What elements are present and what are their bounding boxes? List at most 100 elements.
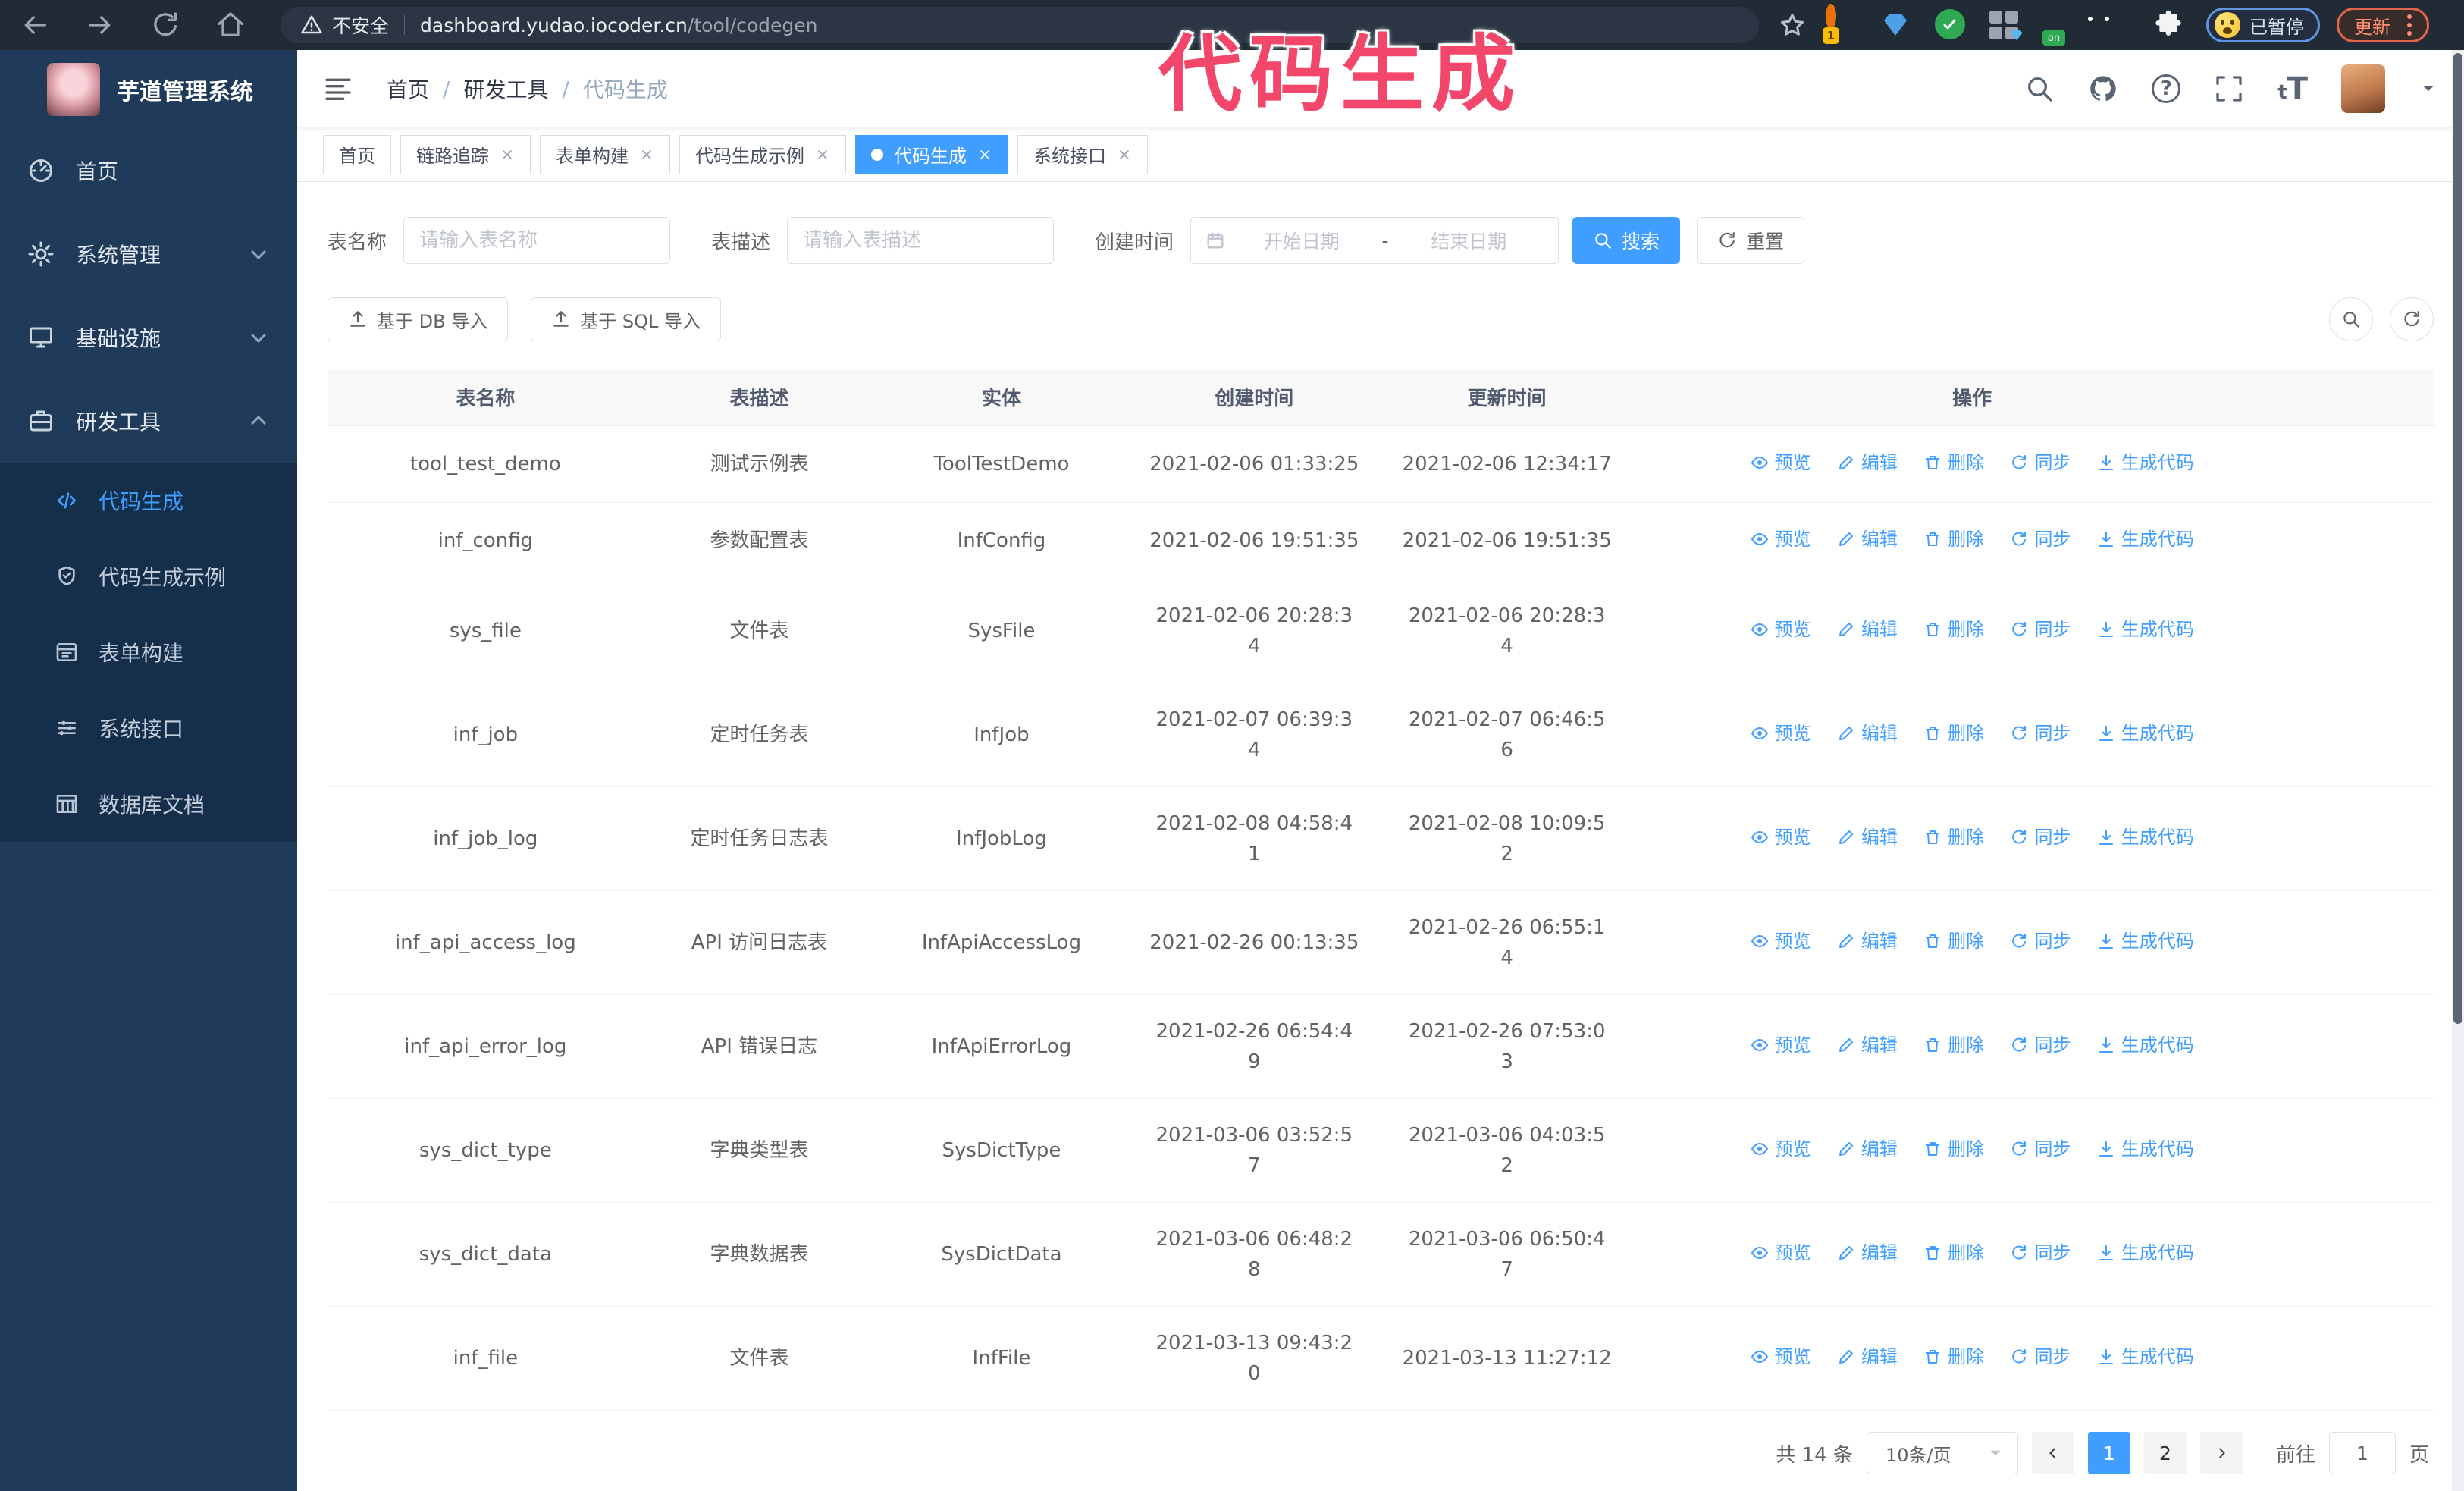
- extension-grid-icon[interactable]: [1989, 9, 2021, 41]
- sidebar-item-db-doc[interactable]: 数据库文档: [0, 766, 297, 842]
- scrollbar-thumb[interactable]: [2453, 53, 2462, 1024]
- preview-link[interactable]: 预览: [1751, 926, 1811, 956]
- generate-code-link[interactable]: 生成代码: [2097, 1342, 2194, 1372]
- fullscreen-icon[interactable]: [2214, 74, 2244, 104]
- db-import-button[interactable]: 基于 DB 导入: [328, 297, 509, 341]
- delete-link[interactable]: 删除: [1923, 447, 1984, 478]
- page-button-1[interactable]: 1: [2087, 1432, 2130, 1474]
- extension-droid-icon[interactable]: [2088, 9, 2130, 41]
- github-icon[interactable]: [2088, 74, 2118, 104]
- preview-link[interactable]: 预览: [1751, 1238, 1811, 1268]
- delete-link[interactable]: 删除: [1923, 614, 1984, 645]
- table-name-input[interactable]: [403, 217, 671, 264]
- close-icon[interactable]: [977, 147, 992, 162]
- generate-code-link[interactable]: 生成代码: [2097, 1030, 2194, 1060]
- preview-link[interactable]: 预览: [1751, 1134, 1811, 1164]
- delete-link[interactable]: 删除: [1923, 1342, 1984, 1372]
- sidebar-item-form-builder[interactable]: 表单构建: [0, 614, 297, 690]
- hamburger-icon[interactable]: [323, 74, 353, 104]
- prev-page-button[interactable]: [2031, 1432, 2074, 1474]
- page-size-select[interactable]: 10条/页: [1866, 1432, 2018, 1474]
- extensions-puzzle-icon[interactable]: [2153, 9, 2185, 41]
- sidebar-item-codegen[interactable]: 代码生成: [0, 463, 297, 538]
- sync-link[interactable]: 同步: [2010, 718, 2071, 749]
- home-icon[interactable]: [215, 10, 246, 40]
- extension-orange-icon[interactable]: 1: [1823, 4, 1857, 44]
- sidebar-item-infra[interactable]: 基础设施: [0, 296, 297, 379]
- edit-link[interactable]: 编辑: [1837, 1134, 1898, 1164]
- breadcrumb-home[interactable]: 首页: [387, 74, 429, 104]
- page-button-2[interactable]: 2: [2143, 1432, 2187, 1474]
- refresh-button[interactable]: [2390, 297, 2434, 341]
- sidebar-item-devtools[interactable]: 研发工具: [0, 379, 297, 463]
- generate-code-link[interactable]: 生成代码: [2097, 926, 2194, 956]
- sync-link[interactable]: 同步: [2010, 447, 2071, 478]
- sync-link[interactable]: 同步: [2010, 926, 2071, 956]
- browser-scrollbar[interactable]: [2452, 50, 2464, 1491]
- preview-link[interactable]: 预览: [1751, 614, 1811, 645]
- edit-link[interactable]: 编辑: [1837, 524, 1898, 554]
- delete-link[interactable]: 删除: [1923, 1134, 1984, 1164]
- preview-link[interactable]: 预览: [1751, 822, 1811, 852]
- close-icon[interactable]: [639, 147, 654, 162]
- delete-link[interactable]: 删除: [1923, 1238, 1984, 1268]
- sync-link[interactable]: 同步: [2010, 1134, 2071, 1164]
- search-toggle-button[interactable]: [2329, 297, 2373, 341]
- next-page-button[interactable]: [2199, 1432, 2243, 1474]
- preview-link[interactable]: 预览: [1751, 1342, 1811, 1372]
- sidebar-item-system[interactable]: 系统管理: [0, 212, 297, 296]
- sidebar-item-codegen-example[interactable]: 代码生成示例: [0, 538, 297, 614]
- breadcrumb-devtools[interactable]: 研发工具: [463, 74, 548, 104]
- preview-link[interactable]: 预览: [1751, 447, 1811, 478]
- generate-code-link[interactable]: 生成代码: [2097, 524, 2194, 554]
- edit-link[interactable]: 编辑: [1837, 718, 1898, 749]
- sql-import-button[interactable]: 基于 SQL 导入: [531, 297, 721, 341]
- search-button[interactable]: 搜索: [1572, 217, 1681, 264]
- close-icon[interactable]: [1117, 147, 1132, 162]
- table-desc-input[interactable]: [787, 217, 1055, 264]
- extension-dark-icon[interactable]: on: [2042, 9, 2076, 46]
- close-icon[interactable]: [815, 147, 830, 162]
- preview-link[interactable]: 预览: [1751, 524, 1811, 554]
- delete-link[interactable]: 删除: [1923, 926, 1984, 956]
- extension-gem-icon[interactable]: [1880, 9, 1912, 41]
- tab-api[interactable]: 系统接口: [1017, 134, 1148, 174]
- font-size-icon[interactable]: tT: [2277, 74, 2308, 104]
- edit-link[interactable]: 编辑: [1837, 1030, 1898, 1060]
- sync-link[interactable]: 同步: [2010, 1342, 2071, 1372]
- goto-page-input[interactable]: [2328, 1432, 2396, 1474]
- delete-link[interactable]: 删除: [1923, 718, 1984, 749]
- sync-link[interactable]: 同步: [2010, 1238, 2071, 1268]
- reset-button[interactable]: 重置: [1697, 217, 1805, 264]
- delete-link[interactable]: 删除: [1923, 1030, 1984, 1060]
- tab-form-builder[interactable]: 表单构建: [540, 134, 670, 174]
- preview-link[interactable]: 预览: [1751, 718, 1811, 749]
- sidebar-item-home[interactable]: 首页: [0, 129, 297, 212]
- sync-link[interactable]: 同步: [2010, 524, 2071, 554]
- delete-link[interactable]: 删除: [1923, 524, 1984, 554]
- date-range-picker[interactable]: 开始日期 - 结束日期: [1190, 217, 1560, 264]
- generate-code-link[interactable]: 生成代码: [2097, 1238, 2194, 1268]
- generate-code-link[interactable]: 生成代码: [2097, 1134, 2194, 1164]
- generate-code-link[interactable]: 生成代码: [2097, 718, 2194, 749]
- sidebar-item-api[interactable]: 系统接口: [0, 690, 297, 766]
- edit-link[interactable]: 编辑: [1837, 614, 1898, 645]
- tab-home[interactable]: 首页: [323, 134, 391, 174]
- reload-icon[interactable]: [150, 10, 180, 40]
- sync-link[interactable]: 同步: [2010, 1030, 2071, 1060]
- tab-tracing[interactable]: 链路追踪: [400, 134, 531, 174]
- forward-icon[interactable]: [85, 10, 115, 40]
- generate-code-link[interactable]: 生成代码: [2097, 614, 2194, 645]
- edit-link[interactable]: 编辑: [1837, 447, 1898, 478]
- extension-check-icon[interactable]: [1935, 9, 1967, 41]
- back-icon[interactable]: [20, 10, 50, 40]
- profile-paused-chip[interactable]: 已暂停: [2206, 8, 2320, 42]
- sync-link[interactable]: 同步: [2010, 822, 2071, 852]
- edit-link[interactable]: 编辑: [1837, 1342, 1898, 1372]
- browser-menu-icon[interactable]: [2407, 23, 2412, 27]
- close-icon[interactable]: [500, 147, 515, 162]
- sync-link[interactable]: 同步: [2010, 614, 2071, 645]
- edit-link[interactable]: 编辑: [1837, 926, 1898, 956]
- edit-link[interactable]: 编辑: [1837, 1238, 1898, 1268]
- address-bar[interactable]: 不安全 dashboard.yudao.iocoder.cn/tool/code…: [281, 7, 1759, 43]
